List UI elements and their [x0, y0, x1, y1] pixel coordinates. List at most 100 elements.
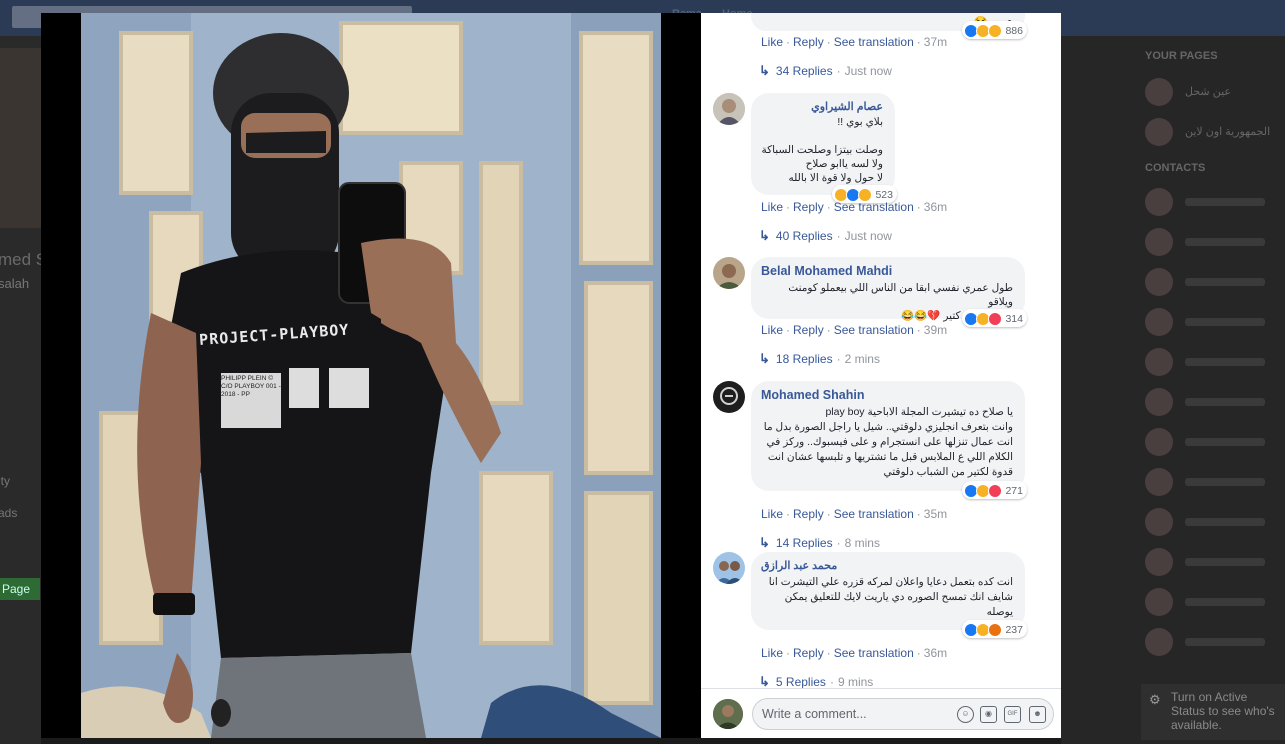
replies-count: 34 Replies: [775, 64, 833, 78]
replies-count: 40 Replies: [775, 229, 833, 243]
contact-name-placeholder: [1185, 278, 1265, 286]
view-replies[interactable]: ↳ 14 Replies · 8 mins: [759, 535, 880, 551]
camera-icon[interactable]: ◉: [980, 706, 997, 723]
comment-text: يا صلاح ده تيشيرت المجلة الاباحية play b…: [763, 406, 1013, 478]
page-item[interactable]: الجمهورية اون لاين: [1145, 118, 1285, 146]
see-translation-link[interactable]: See translation: [834, 507, 914, 521]
avatar-image: [713, 93, 745, 125]
commenter-avatar[interactable]: [713, 93, 745, 125]
comment-author[interactable]: Belal Mohamed Mahdi: [761, 264, 1013, 278]
reaction-count: 237: [1005, 623, 1023, 636]
comment-time[interactable]: 36m: [924, 646, 947, 660]
separator: ·: [836, 64, 841, 78]
view-replies[interactable]: ↳ 34 Replies · Just now: [759, 63, 892, 79]
contacts-header: CONTACTS: [1145, 162, 1206, 174]
reply-link[interactable]: Reply: [793, 200, 824, 214]
comment-author[interactable]: عصام الشيراوي: [761, 100, 883, 113]
comment-time[interactable]: 35m: [924, 507, 947, 521]
replies-time: Just now: [844, 64, 892, 78]
view-replies[interactable]: ↳ 40 Replies · Just now: [759, 228, 892, 244]
replies-time: 9 mins: [837, 675, 874, 689]
contact-avatar: [1145, 428, 1173, 456]
emoji-icon[interactable]: ☺: [957, 706, 974, 723]
contact-name-placeholder: [1185, 598, 1265, 606]
separator: ·: [916, 323, 921, 337]
separator: ·: [826, 323, 831, 337]
reactions-summary[interactable]: 271: [962, 481, 1027, 499]
reactions-summary[interactable]: 237: [962, 620, 1027, 638]
like-link[interactable]: Like: [761, 507, 783, 521]
contact-name-placeholder: [1185, 438, 1265, 446]
page-avatar: [1145, 78, 1173, 106]
separator: ·: [829, 675, 834, 689]
page-item[interactable]: عين شحل: [1145, 78, 1285, 106]
contact-avatar: [1145, 548, 1173, 576]
contact-name-placeholder: [1185, 238, 1265, 246]
comment-text: انت كده بتعمل دعايا واعلان لمركه قزره عل…: [768, 576, 1013, 618]
contact-item[interactable]: [1145, 508, 1285, 536]
comment-input[interactable]: Write a comment... ☺ ◉ GIF ☻: [752, 698, 1054, 730]
view-replies[interactable]: ↳ 18 Replies · 2 mins: [759, 351, 880, 367]
reply-link[interactable]: Reply: [793, 646, 824, 660]
contact-item[interactable]: [1145, 308, 1285, 336]
see-translation-link[interactable]: See translation: [834, 646, 914, 660]
comment-time[interactable]: 37m: [924, 35, 947, 49]
like-link[interactable]: Like: [761, 323, 783, 337]
separator: ·: [836, 352, 841, 366]
contact-item[interactable]: [1145, 588, 1285, 616]
create-page-button[interactable]: Page: [0, 578, 40, 600]
gif-icon[interactable]: GIF: [1004, 706, 1021, 723]
reply-arrow-icon: ↳: [759, 63, 770, 78]
commenter-avatar[interactable]: [713, 381, 745, 413]
comment-bubble: Belal Mohamed Mahdi طول عمري نفسي ابقا م…: [751, 257, 1027, 327]
active-status-text: Turn on Active Status to see who's avail…: [1171, 690, 1275, 732]
see-translation-link[interactable]: See translation: [834, 35, 914, 49]
contact-item[interactable]: [1145, 468, 1285, 496]
reply-link[interactable]: Reply: [793, 507, 824, 521]
commenter-avatar[interactable]: [713, 552, 745, 584]
contact-avatar: [1145, 628, 1173, 656]
separator: ·: [916, 507, 921, 521]
reply-link[interactable]: Reply: [793, 35, 824, 49]
separator: ·: [836, 536, 841, 550]
contact-name-placeholder: [1185, 638, 1265, 646]
commenter-avatar[interactable]: [713, 257, 745, 289]
contact-item[interactable]: [1145, 428, 1285, 456]
contact-item[interactable]: [1145, 188, 1285, 216]
contact-avatar: [1145, 348, 1173, 376]
comment-time[interactable]: 36m: [924, 200, 947, 214]
like-link[interactable]: Like: [761, 35, 783, 49]
contact-name-placeholder: [1185, 358, 1265, 366]
contact-item[interactable]: [1145, 548, 1285, 576]
reactions-summary[interactable]: 314: [962, 309, 1027, 327]
contact-item[interactable]: [1145, 348, 1285, 376]
love-reaction-icon: [988, 483, 1003, 498]
separator: ·: [786, 507, 791, 521]
your-pages-header: YOUR PAGES: [1145, 50, 1218, 62]
menu-fragment-community[interactable]: ity: [0, 474, 10, 488]
contact-name-placeholder: [1185, 398, 1265, 406]
sticker-icon[interactable]: ☻: [1029, 706, 1046, 723]
contact-item[interactable]: [1145, 268, 1285, 296]
see-translation-link[interactable]: See translation: [834, 200, 914, 214]
photo[interactable]: PROJECT-PLAYBOY PHILIPP PLEIN © C/O PLAY…: [81, 13, 661, 738]
comment-author[interactable]: محمد عبد الرازق: [761, 559, 1013, 572]
right-sidebar: YOUR PAGES عين شحل الجمهورية اون لاين CO…: [1061, 36, 1285, 744]
contact-item[interactable]: [1145, 228, 1285, 256]
reply-link[interactable]: Reply: [793, 323, 824, 337]
reaction-count: 523: [875, 188, 893, 201]
contact-item[interactable]: [1145, 388, 1285, 416]
reactions-summary[interactable]: 886: [962, 21, 1027, 39]
contact-avatar: [1145, 188, 1173, 216]
like-link[interactable]: Like: [761, 200, 783, 214]
separator: ·: [826, 646, 831, 660]
comment-time[interactable]: 39m: [924, 323, 947, 337]
photo-viewer: PROJECT-PLAYBOY PHILIPP PLEIN © C/O PLAY…: [41, 13, 701, 738]
like-link[interactable]: Like: [761, 646, 783, 660]
active-status-prompt[interactable]: ⚙ Turn on Active Status to see who's ava…: [1141, 684, 1285, 740]
contact-name-placeholder: [1185, 558, 1265, 566]
contact-item[interactable]: [1145, 628, 1285, 656]
see-translation-link[interactable]: See translation: [834, 323, 914, 337]
menu-fragment-ads[interactable]: ads: [0, 506, 17, 520]
comment-author[interactable]: Mohamed Shahin: [761, 388, 1013, 402]
